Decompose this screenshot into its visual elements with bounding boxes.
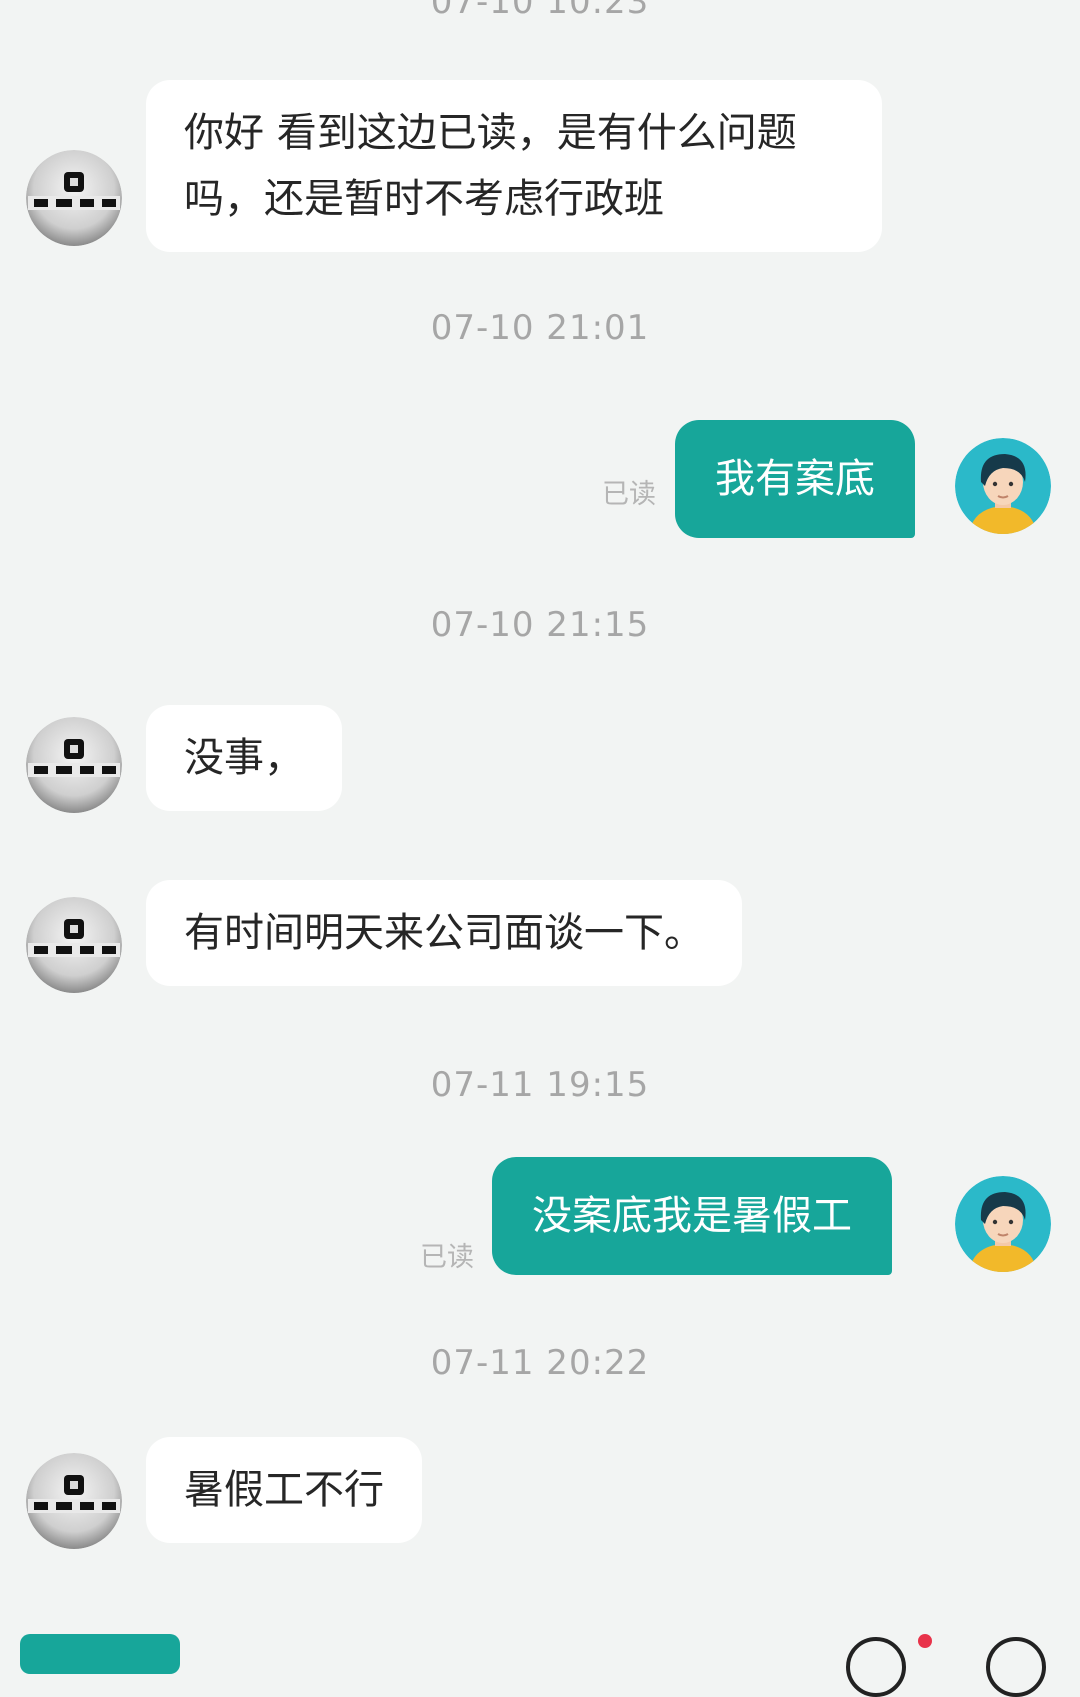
bottom-action-button[interactable] [20,1634,180,1674]
company-avatar[interactable] [26,897,122,993]
incoming-message-bubble[interactable]: 有时间明天来公司面谈一下。 [146,880,742,986]
user-avatar-icon [955,1176,1051,1272]
timestamp: 07-10 21:01 [430,308,650,348]
toolbar-circle-icon[interactable] [986,1637,1046,1697]
timestamp: 07-10 21:15 [430,605,650,645]
company-avatar[interactable] [26,150,122,246]
user-avatar-icon [955,438,1051,534]
company-logo-icon [26,897,122,993]
incoming-message-bubble[interactable]: 没事， [146,705,342,811]
company-avatar[interactable] [26,717,122,813]
timestamp: 07-11 19:15 [430,1065,650,1105]
company-avatar[interactable] [26,1453,122,1549]
read-status: 已读 [602,479,656,510]
incoming-message-bubble[interactable]: 暑假工不行 [146,1437,422,1543]
timestamp: 07-11 20:22 [430,1343,650,1383]
timestamp: 07-10 10:23 [430,0,650,22]
company-logo-icon [26,717,122,813]
chat-container[interactable]: 07-10 10:23 你好 看到这边已读，是有什么问题吗，还是暂时不考虑行政班… [0,0,1080,1697]
outgoing-message-bubble[interactable]: 没案底我是暑假工 [492,1157,892,1275]
read-status: 已读 [420,1242,474,1273]
outgoing-message-bubble[interactable]: 我有案底 [675,420,915,538]
company-logo-icon [26,1453,122,1549]
incoming-message-bubble[interactable]: 你好 看到这边已读，是有什么问题吗，还是暂时不考虑行政班 [146,80,882,252]
company-logo-icon [26,150,122,246]
notification-dot-icon [918,1634,932,1648]
user-avatar[interactable] [955,1176,1051,1272]
toolbar-circle-icon[interactable] [846,1637,906,1697]
user-avatar[interactable] [955,438,1051,534]
